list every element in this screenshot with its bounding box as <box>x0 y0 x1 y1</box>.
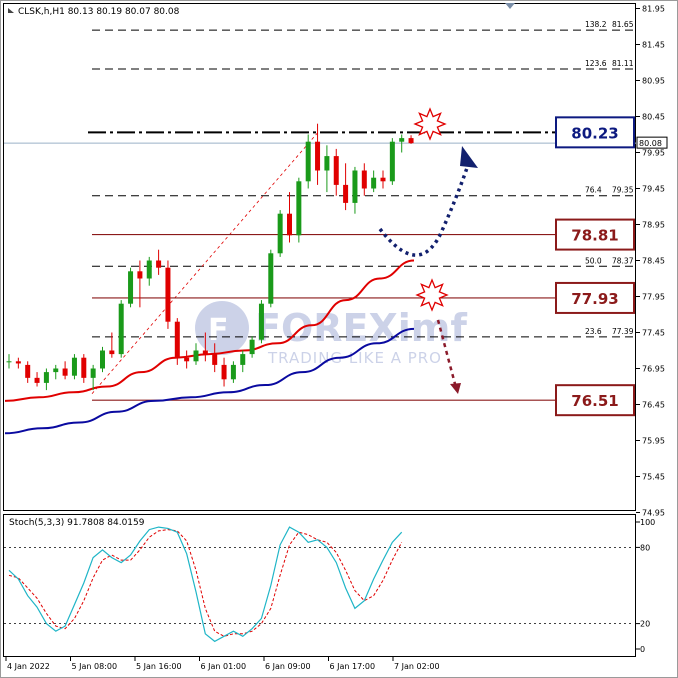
fib-price: 81.11 <box>612 59 634 68</box>
stoch-header: Stoch(5,3,3) 91.7808 84.0159 <box>9 518 145 528</box>
burst-icon <box>413 107 447 141</box>
y-tick-label: 80.45 <box>642 113 665 122</box>
x-tick-label: 6 Jan 01:00 <box>201 662 247 671</box>
fib-ratio: 138.2 <box>585 20 607 29</box>
candle-body[interactable] <box>174 321 180 358</box>
burst-icon <box>415 278 449 312</box>
candle-body[interactable] <box>315 141 321 171</box>
y-tick-label: 78.45 <box>642 257 665 266</box>
candle-body[interactable] <box>137 271 143 279</box>
candle-body[interactable] <box>240 354 246 365</box>
y-tick-label: 76.95 <box>642 365 665 374</box>
candle-body[interactable] <box>352 170 358 203</box>
candle-body[interactable] <box>389 141 395 182</box>
level-label: 78.81 <box>571 227 618 245</box>
candle-body[interactable] <box>90 368 96 378</box>
candle-body[interactable] <box>361 170 367 189</box>
x-tick-label: 5 Jan 08:00 <box>72 662 118 671</box>
watermark-brand: FOREXimf <box>255 306 467 350</box>
y-tick-label: 74.95 <box>642 509 665 518</box>
candle-body[interactable] <box>25 364 31 378</box>
candle-body[interactable] <box>81 357 87 378</box>
chart-window: F FOREXimf TRADING LIKE A PRO 138.2 81.65… <box>0 0 678 678</box>
candle-body[interactable] <box>100 350 105 369</box>
candle-body[interactable] <box>184 357 190 362</box>
candle-body[interactable] <box>128 271 134 304</box>
fib-ratio: 123.6 <box>585 59 607 68</box>
watermark-tagline: TRADING LIKE A PRO <box>267 349 442 367</box>
y-tick-label: 76.45 <box>642 401 665 410</box>
candle-body[interactable] <box>324 156 330 171</box>
candle-body[interactable] <box>408 138 414 144</box>
candle-body[interactable] <box>230 364 236 380</box>
fib-ratio: 76.4 <box>585 186 602 195</box>
candle-body[interactable] <box>15 361 21 364</box>
x-tick-label: 6 Jan 17:00 <box>330 662 376 671</box>
stoch-tick-label: 0 <box>640 645 645 654</box>
candle-body[interactable] <box>258 303 264 340</box>
y-tick-label: 79.95 <box>642 149 665 158</box>
candle-body[interactable] <box>277 213 283 254</box>
candle-body[interactable] <box>399 138 405 142</box>
candle-body[interactable] <box>343 184 349 203</box>
candle-body[interactable] <box>296 181 302 236</box>
fib-price: 79.35 <box>612 186 634 195</box>
candle-body[interactable] <box>165 267 171 322</box>
candle-body[interactable] <box>249 339 255 355</box>
symbol-header-text: CLSK,h,H1 80.13 80.19 80.07 80.08 <box>18 7 180 17</box>
y-tick-label: 79.45 <box>642 185 665 194</box>
level-label: 76.51 <box>571 392 618 410</box>
y-tick-label: 78.95 <box>642 221 665 230</box>
candle-body[interactable] <box>62 368 68 376</box>
svg-text:F: F <box>208 313 229 348</box>
candle-body[interactable] <box>193 350 199 362</box>
candle-body[interactable] <box>109 350 115 355</box>
candle-body[interactable] <box>221 364 227 380</box>
y-tick-label: 81.95 <box>642 5 665 14</box>
fib-price: 77.39 <box>612 327 634 336</box>
candle-body[interactable] <box>71 357 77 376</box>
y-tick-label: 77.95 <box>642 293 665 302</box>
y-tick-label: 80.95 <box>642 77 665 86</box>
fib-price: 78.37 <box>612 256 634 265</box>
candle-body[interactable] <box>146 260 152 279</box>
x-tick-label: 6 Jan 09:00 <box>265 662 311 671</box>
y-tick-label: 81.45 <box>642 41 665 50</box>
candle-body[interactable] <box>156 260 162 268</box>
y-tick-label: 77.45 <box>642 329 665 338</box>
fib-ratio: 50.0 <box>585 256 602 265</box>
candle-body[interactable] <box>53 368 59 373</box>
stoch-tick-label: 100 <box>640 518 655 527</box>
fib-price: 81.65 <box>612 20 634 29</box>
candle-body[interactable] <box>371 177 377 189</box>
stoch-panel[interactable] <box>3 514 636 657</box>
x-tick-label: 4 Jan 2022 <box>7 662 50 671</box>
x-tick-label: 7 Jan 02:00 <box>394 662 440 671</box>
candle-body[interactable] <box>268 253 274 304</box>
level-label: 77.93 <box>571 290 618 308</box>
y-tick-label: 75.95 <box>642 437 665 446</box>
symbol-header: CLSK,h,H1 80.13 80.19 80.07 80.08 <box>8 7 180 17</box>
candle-body[interactable] <box>43 372 49 383</box>
candle-body[interactable] <box>6 361 12 363</box>
candle-body[interactable] <box>212 354 218 365</box>
candle-body[interactable] <box>380 177 386 182</box>
candle-body[interactable] <box>202 350 208 355</box>
current-price-label: 80.08 <box>639 139 662 148</box>
fib-ratio: 23.6 <box>585 327 602 336</box>
candle-body[interactable] <box>34 377 40 383</box>
price-panel[interactable] <box>3 3 636 511</box>
stoch-tick-label: 80 <box>640 543 650 552</box>
candle-body[interactable] <box>287 213 292 236</box>
candle-body[interactable] <box>333 156 339 185</box>
stoch-tick-label: 20 <box>640 620 650 629</box>
candle-body[interactable] <box>305 141 311 182</box>
candle-body[interactable] <box>118 303 124 355</box>
level-label: 80.23 <box>571 124 618 142</box>
y-tick-label: 75.45 <box>642 473 665 482</box>
x-tick-label: 5 Jan 16:00 <box>136 662 182 671</box>
